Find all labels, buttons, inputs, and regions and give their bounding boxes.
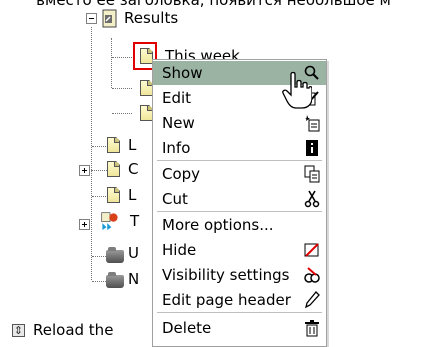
menu-item-hide[interactable]: Hide xyxy=(153,238,326,262)
menu-item-edit-page-header[interactable]: Edit page header xyxy=(153,288,326,312)
menu-item-visibility-settings[interactable]: Visibility settings xyxy=(153,263,326,287)
hide-icon xyxy=(304,243,319,257)
news-page-icon xyxy=(101,212,118,230)
new-icon xyxy=(305,115,320,132)
tree-item-results[interactable]: Results xyxy=(124,9,178,27)
edit-header-icon xyxy=(305,291,320,309)
menu-item-label: Delete xyxy=(162,319,212,337)
folder-icon xyxy=(106,272,124,288)
tree-connector xyxy=(91,27,92,280)
menu-separator xyxy=(157,211,322,212)
menu-item-label: New xyxy=(162,114,195,132)
page-icon xyxy=(107,161,120,177)
menu-separator xyxy=(157,160,322,161)
visibility-icon xyxy=(304,267,320,283)
folder-icon xyxy=(106,247,124,263)
menu-item-info[interactable]: Info xyxy=(153,136,326,160)
tree-item-t[interactable]: T xyxy=(130,212,139,230)
menu-item-label: Visibility settings xyxy=(162,266,290,284)
menu-item-label: Cut xyxy=(162,190,188,208)
tree-item-n[interactable]: N xyxy=(128,270,139,288)
menu-item-label: Hide xyxy=(162,241,197,259)
hand-cursor-icon xyxy=(282,71,312,109)
copy-icon xyxy=(304,165,320,183)
menu-item-label: More options... xyxy=(162,216,274,234)
tree-connector xyxy=(111,38,112,88)
menu-item-label: Show xyxy=(162,64,203,82)
info-icon xyxy=(306,140,318,156)
menu-item-label: Edit xyxy=(162,89,192,107)
menu-item-label: Copy xyxy=(162,165,201,183)
menu-separator xyxy=(157,312,322,313)
menu-item-cut[interactable]: Cut xyxy=(153,187,326,211)
menu-item-copy[interactable]: Copy xyxy=(153,162,326,186)
reload-icon[interactable]: ⇕ xyxy=(12,324,25,337)
collapse-icon[interactable] xyxy=(86,13,97,24)
tree-item-c[interactable]: C xyxy=(128,160,138,178)
tree-connector xyxy=(112,57,132,58)
page-icon xyxy=(107,137,120,153)
menu-item-new[interactable]: New xyxy=(153,111,326,135)
trash-icon xyxy=(305,320,319,337)
menu-item-more-options[interactable]: More options... xyxy=(153,213,326,237)
tree-connector xyxy=(91,170,109,171)
tree-connector xyxy=(112,88,132,89)
tree-item-l[interactable]: L xyxy=(128,136,136,154)
menu-item-delete[interactable]: Delete xyxy=(153,316,326,340)
expand-icon[interactable] xyxy=(79,219,90,230)
page-icon xyxy=(107,187,120,203)
tree-item-l2[interactable]: L xyxy=(128,186,136,204)
tree-item-u[interactable]: U xyxy=(128,244,139,262)
scissors-icon xyxy=(304,190,320,208)
tree-connector xyxy=(112,113,132,114)
reload-link[interactable]: Reload the xyxy=(33,321,113,339)
menu-item-label: Edit page header xyxy=(162,291,291,309)
menu-item-label: Info xyxy=(162,139,191,157)
results-page-icon xyxy=(102,9,117,28)
expand-icon[interactable] xyxy=(79,165,90,176)
